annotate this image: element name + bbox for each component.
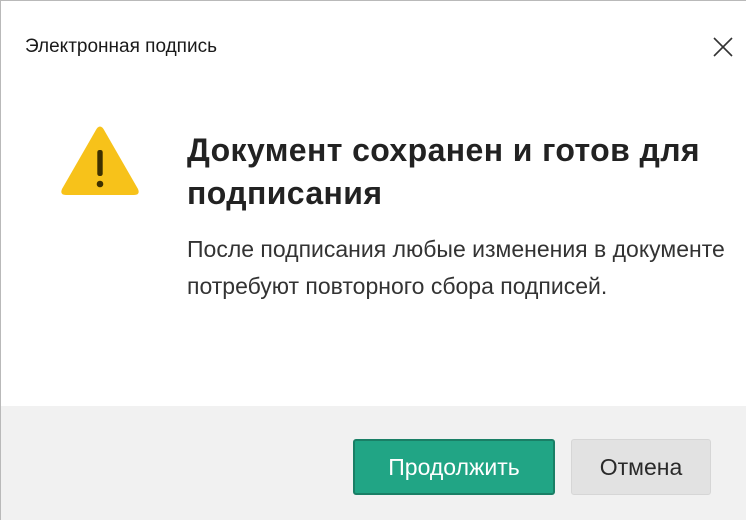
title-bar: Электронная подпись xyxy=(1,1,746,89)
close-button[interactable] xyxy=(700,27,746,67)
close-icon xyxy=(713,37,733,57)
dialog-message: После подписания любые изменения в докум… xyxy=(187,236,725,299)
cancel-button[interactable]: Отмена xyxy=(571,439,711,495)
continue-button[interactable]: Продолжить xyxy=(353,439,555,495)
dialog-title: Электронная подпись xyxy=(25,36,217,57)
signature-dialog: Электронная подпись Документ сохранен и … xyxy=(0,0,746,520)
warning-icon xyxy=(61,126,139,195)
dialog-heading: Документ сохранен и готов для подписания xyxy=(187,132,701,211)
button-bar: Продолжить Отмена xyxy=(1,406,746,520)
